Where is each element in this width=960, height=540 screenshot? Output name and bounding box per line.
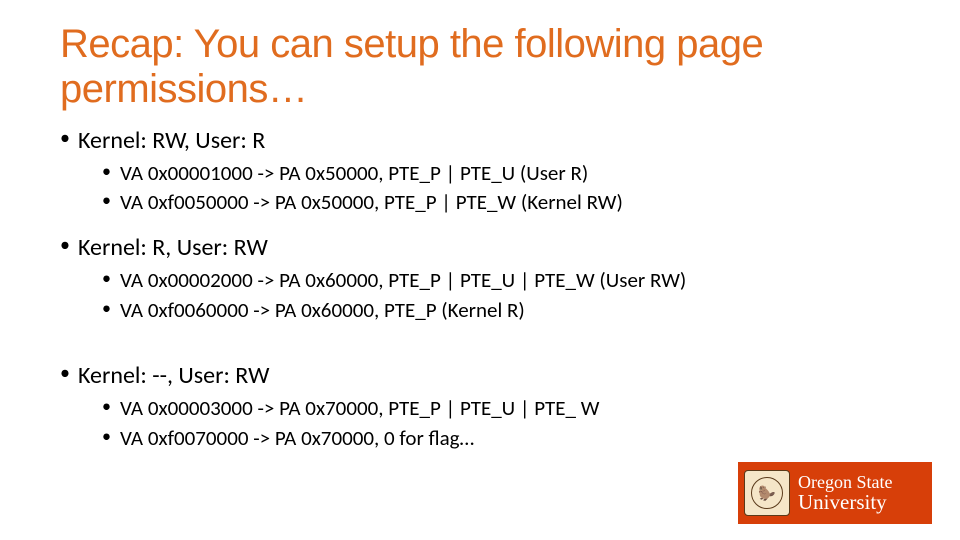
bullet-2-sub: VA 0x00002000 -> PA 0x60000, PTE_P | PTE… (102, 266, 900, 325)
bullet-3-text: Kernel: --, User: RW (78, 361, 269, 390)
bullet-2-sub-2: VA 0xf0060000 -> PA 0x60000, PTE_P (Kern… (102, 296, 900, 325)
logo-seal-glyph: 🦫 (751, 477, 783, 509)
logo-text: Oregon State University (798, 473, 892, 514)
bullet-list: Kernel: RW, User: R VA 0x00001000 -> PA … (60, 126, 900, 453)
bullet-2-sub-1: VA 0x00002000 -> PA 0x60000, PTE_P | PTE… (102, 266, 900, 295)
bullet-3-sub-1: VA 0x00003000 -> PA 0x70000, PTE_P | PTE… (102, 394, 900, 423)
slide-title: Recap: You can setup the following page … (60, 22, 900, 112)
bullet-3-sub-2: VA 0xf0070000 -> PA 0x70000, 0 for flag… (102, 424, 900, 453)
spacer (60, 341, 900, 361)
logo-seal-icon: 🦫 (744, 470, 790, 516)
bullet-1: Kernel: RW, User: R VA 0x00001000 -> PA … (60, 126, 900, 218)
bullet-3-sub: VA 0x00003000 -> PA 0x70000, PTE_P | PTE… (102, 394, 900, 453)
osu-logo: 🦫 Oregon State University (738, 462, 932, 524)
bullet-1-sub-1: VA 0x00001000 -> PA 0x50000, PTE_P | PTE… (102, 159, 900, 188)
logo-text-line1: Oregon State (798, 473, 892, 492)
bullet-1-sub-2: VA 0xf0050000 -> PA 0x50000, PTE_P | PTE… (102, 188, 900, 217)
bullet-2-text: Kernel: R, User: RW (78, 233, 268, 262)
bullet-1-text: Kernel: RW, User: R (78, 126, 265, 155)
slide: Recap: You can setup the following page … (0, 0, 960, 540)
bullet-2: Kernel: R, User: RW VA 0x00002000 -> PA … (60, 233, 900, 325)
bullet-3: Kernel: --, User: RW VA 0x00003000 -> PA… (60, 361, 900, 453)
bullet-1-sub: VA 0x00001000 -> PA 0x50000, PTE_P | PTE… (102, 159, 900, 218)
logo-text-line2: University (798, 491, 892, 513)
